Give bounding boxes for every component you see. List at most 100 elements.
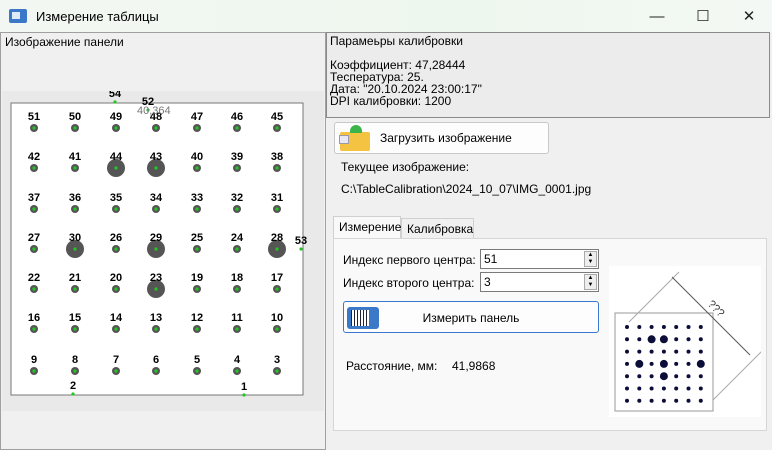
center-marker	[73, 287, 77, 291]
diagram-dot	[637, 398, 642, 403]
center-index-label: 31	[271, 192, 283, 204]
center-index-label: 47	[191, 111, 203, 123]
center-index-label: 53	[295, 235, 307, 247]
center-index-label: 30	[69, 232, 81, 244]
close-button[interactable]: ✕	[726, 0, 772, 32]
diagram-dot	[661, 349, 666, 354]
center-marker	[154, 327, 158, 331]
diagram-dot	[649, 374, 654, 379]
center-marker	[235, 207, 239, 211]
load-image-button[interactable]: Загрузить изображение	[334, 122, 549, 154]
center-index-label: 25	[191, 232, 203, 244]
current-image-label: Текущее изображение:	[341, 160, 470, 174]
center-marker	[154, 247, 158, 251]
second-center-label: Индекс второго центра:	[343, 276, 475, 290]
center-marker	[32, 369, 36, 373]
center-index-label: 16	[28, 312, 40, 324]
folder-open-icon	[338, 124, 372, 152]
center-index-label: 12	[191, 312, 203, 324]
center-marker	[154, 166, 158, 170]
center-index-label: 8	[72, 354, 78, 366]
diagram-dot	[661, 398, 666, 403]
diagram-dot	[698, 325, 703, 329]
diagram-dot	[625, 349, 629, 354]
center-index-label: 39	[231, 151, 243, 163]
diagram-dot	[649, 325, 654, 329]
diagram-dot	[686, 325, 691, 329]
diagram-dot	[647, 335, 656, 344]
center-index-label: 11	[231, 312, 243, 324]
center-index-label: 4	[234, 354, 241, 366]
distance-label: Расстояние, мм:	[346, 359, 438, 373]
center-index-label: 50	[69, 111, 81, 123]
center-index-label: 28	[271, 232, 283, 244]
diagram-dot	[686, 386, 691, 391]
diagram-dot	[625, 386, 629, 391]
center-marker	[154, 287, 158, 291]
diagram-dot	[686, 361, 691, 366]
measure-panel-button[interactable]: Измерить панель	[343, 301, 599, 333]
center-marker	[195, 327, 199, 331]
center-marker	[32, 207, 36, 211]
measurement-diagram: ???	[609, 266, 763, 417]
spin-arrows-icon[interactable]: ▲ ▼	[584, 251, 597, 267]
diagram-dot	[698, 374, 703, 379]
center-marker	[32, 247, 36, 251]
center-index-label: 2	[70, 380, 76, 392]
diagram-dot	[649, 398, 654, 403]
diagram-dot	[625, 337, 629, 342]
minimize-button[interactable]: —	[634, 0, 680, 32]
diagram-dot	[637, 337, 642, 342]
center-marker	[235, 166, 239, 170]
center-index-label: 9	[31, 354, 37, 366]
center-index-label: 43	[150, 151, 162, 163]
center-index-label: 18	[231, 272, 243, 284]
first-center-stepper[interactable]: 51 ▲ ▼	[480, 249, 599, 269]
center-index-label: 13	[150, 312, 162, 324]
center-index-label: 36	[69, 192, 81, 204]
center-index-label: 14	[110, 312, 123, 324]
center-marker	[114, 287, 118, 291]
dpi-text: DPI калибровки: 1200	[330, 94, 452, 108]
center-marker	[114, 207, 118, 211]
center-index-label: 46	[231, 111, 243, 123]
measure-panel-label: Измерить панель	[422, 311, 520, 325]
first-center-value: 51	[484, 252, 498, 266]
center-index-label: 49	[110, 111, 122, 123]
panel-image[interactable]: 51 50 49 48 47 46 45 42 41 44 43 40 39 38 37 36 35 34 33 32…	[2, 88, 324, 411]
diagram-dot	[649, 349, 654, 354]
center-marker	[154, 207, 158, 211]
calibration-params-group: Парамеьры калибровки Коэффициент: 47,284…	[326, 32, 770, 118]
first-center-label: Индекс первого центра:	[343, 253, 476, 267]
diagram-dot	[659, 335, 668, 344]
diagram-dot	[659, 359, 668, 368]
center-index-label: 35	[110, 192, 122, 204]
center-index-label: 54	[109, 91, 122, 100]
center-marker	[195, 126, 199, 130]
center-marker	[114, 247, 118, 251]
center-marker	[73, 166, 77, 170]
center-marker	[195, 287, 199, 291]
maximize-button[interactable]: ☐	[680, 0, 726, 32]
diagram-dot	[686, 349, 691, 354]
center-marker	[275, 166, 279, 170]
tab-measurement[interactable]: Измерение	[333, 216, 401, 239]
second-center-stepper[interactable]: 3 ▲ ▼	[480, 272, 599, 292]
center-index-label: 17	[271, 272, 283, 284]
center-marker	[235, 287, 239, 291]
center-marker	[114, 327, 118, 331]
diagram-extension-line	[628, 271, 680, 323]
center-marker	[275, 126, 279, 130]
diagram-dot	[674, 398, 679, 403]
center-marker	[275, 287, 279, 291]
center-index-label: 6	[153, 354, 159, 366]
tab-calibration[interactable]: Калибровка	[401, 218, 474, 239]
center-marker	[275, 327, 279, 331]
spin-arrows-icon[interactable]: ▲ ▼	[584, 274, 597, 290]
center-index-label: 33	[191, 192, 203, 204]
center-index-label: 24	[231, 232, 244, 244]
center-index-label: 26	[110, 232, 122, 244]
diagram-dot	[698, 349, 703, 354]
center-index-label: 20	[110, 272, 122, 284]
center-marker	[195, 166, 199, 170]
